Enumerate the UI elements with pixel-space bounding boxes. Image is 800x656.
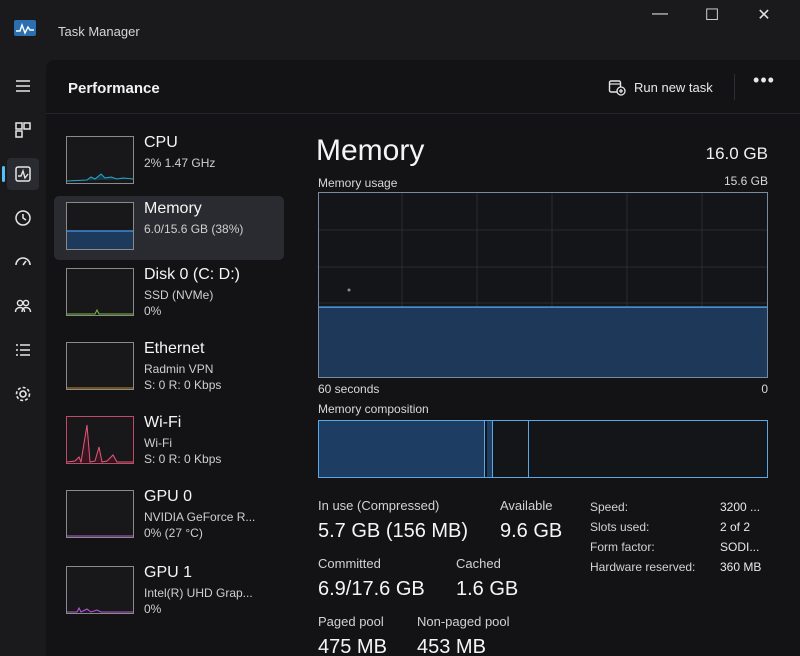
spec-value: SODI... (720, 540, 760, 554)
task-manager-window: Task Manager — ☐ ✕ Performance Run new t… (0, 0, 800, 656)
memory-usage-graph (318, 192, 768, 378)
available-label: Available (500, 498, 553, 513)
device-detail: 2% 1.47 GHz (144, 156, 216, 170)
paged-pool-value: 475 MB (318, 636, 387, 656)
run-new-task-button[interactable]: Run new task (608, 74, 713, 100)
device-detail: S: 0 R: 0 Kbps (144, 452, 222, 466)
device-name: Memory (144, 200, 202, 217)
gpu1-thumbnail-graph (66, 566, 134, 614)
header-divider (734, 74, 735, 100)
device-name: CPU (144, 134, 178, 151)
paged-pool-label: Paged pool (318, 614, 384, 629)
device-detail: 0% (144, 304, 162, 318)
graph-axis-left: 60 seconds (318, 382, 380, 396)
device-name: Wi-Fi (144, 414, 182, 431)
users-icon[interactable] (7, 290, 39, 322)
detail-title: Memory (316, 134, 425, 167)
composition-modified (487, 421, 493, 477)
device-detail: Wi-Fi (144, 436, 172, 450)
page-title: Performance (68, 80, 160, 97)
navigation-rail (0, 60, 46, 656)
device-detail: Intel(R) UHD Grap... (144, 586, 253, 600)
device-item-wifi[interactable]: Wi-Fi Wi-Fi S: 0 R: 0 Kbps (54, 410, 284, 474)
memory-composition-label: Memory composition (318, 402, 429, 416)
spec-value: 360 MB (720, 560, 762, 574)
device-name: Disk 0 (C: D:) (144, 266, 240, 283)
device-item-memory[interactable]: Memory 6.0/15.6 GB (38%) (54, 196, 284, 260)
wifi-thumbnail-graph (66, 416, 134, 464)
memory-usage-label: Memory usage (318, 176, 398, 190)
device-detail: 6.0/15.6 GB (38%) (144, 222, 244, 236)
memory-usage-fill (319, 307, 767, 377)
ethernet-thumbnail-graph (66, 342, 134, 390)
window-title: Task Manager (58, 24, 140, 39)
device-detail: 0% (144, 602, 162, 616)
device-item-ethernet[interactable]: Ethernet Radmin VPN S: 0 R: 0 Kbps (54, 336, 284, 400)
spec-label: Form factor: (590, 540, 655, 554)
spec-label: Speed: (590, 500, 629, 514)
device-detail: Radmin VPN (144, 362, 214, 376)
non-paged-pool-value: 453 MB (417, 636, 486, 656)
spec-label: Slots used: (590, 520, 650, 534)
performance-icon[interactable] (2, 158, 39, 190)
processes-icon[interactable] (7, 114, 39, 146)
committed-label: Committed (318, 556, 381, 571)
device-detail: NVIDIA GeForce R... (144, 510, 256, 524)
available-value: 9.6 GB (500, 520, 563, 542)
memory-thumbnail-graph (66, 202, 134, 250)
minimize-button[interactable]: — (642, 5, 678, 25)
disk-thumbnail-graph (66, 268, 134, 316)
spec-value: 2 of 2 (720, 520, 751, 534)
spec-label: Hardware reserved: (590, 560, 696, 574)
task-manager-icon (14, 20, 36, 36)
run-new-task-label: Run new task (634, 79, 713, 95)
cpu-thumbnail-graph (66, 136, 134, 184)
composition-standby (495, 421, 529, 477)
close-button[interactable]: ✕ (746, 5, 782, 25)
device-detail: S: 0 R: 0 Kbps (144, 378, 222, 392)
device-list: CPU 2% 1.47 GHz Memory 6.0/15.6 GB (38%)… (54, 130, 286, 650)
startup-apps-icon[interactable] (7, 246, 39, 278)
device-name: Ethernet (144, 340, 205, 357)
hamburger-menu-icon[interactable] (7, 70, 39, 102)
gpu0-thumbnail-graph (66, 490, 134, 538)
composition-in-use (319, 421, 485, 477)
more-options-button[interactable]: ••• (748, 70, 780, 100)
page-header: Performance Run new task ••• (46, 60, 800, 114)
graph-axis-right: 0 (761, 382, 768, 396)
app-history-icon[interactable] (7, 202, 39, 234)
in-use-value: 5.7 GB (156 MB) (318, 520, 469, 542)
title-bar: Task Manager — ☐ ✕ (0, 0, 800, 60)
device-item-gpu1[interactable]: GPU 1 Intel(R) UHD Grap... 0% (54, 560, 284, 624)
services-icon[interactable] (7, 378, 39, 410)
details-icon[interactable] (7, 334, 39, 366)
cached-label: Cached (456, 556, 501, 571)
device-detail: 0% (27 °C) (144, 526, 203, 540)
committed-value: 6.9/17.6 GB (318, 578, 425, 600)
memory-usage-max: 15.6 GB (723, 174, 768, 188)
total-memory: 16.0 GB (705, 144, 768, 163)
performance-content: Performance Run new task ••• CPU 2% 1.47… (46, 60, 800, 656)
composition-free (531, 421, 767, 477)
memory-detail-panel: Memory 16.0 GB Memory usage 15.6 GB 60 s… (316, 130, 776, 656)
memory-composition-bar (318, 420, 768, 478)
device-name: GPU 1 (144, 564, 193, 581)
in-use-label: In use (Compressed) (318, 498, 440, 513)
device-detail: SSD (NVMe) (144, 288, 214, 302)
device-name: GPU 0 (144, 488, 193, 505)
spec-value: 3200 ... (720, 500, 761, 514)
run-task-icon (608, 80, 626, 96)
device-item-gpu0[interactable]: GPU 0 NVIDIA GeForce R... 0% (27 °C) (54, 484, 284, 548)
non-paged-pool-label: Non-paged pool (417, 614, 510, 629)
device-item-cpu[interactable]: CPU 2% 1.47 GHz (54, 130, 284, 194)
cached-value: 1.6 GB (456, 578, 519, 600)
device-item-disk[interactable]: Disk 0 (C: D:) SSD (NVMe) 0% (54, 262, 284, 326)
maximize-button[interactable]: ☐ (694, 5, 730, 25)
